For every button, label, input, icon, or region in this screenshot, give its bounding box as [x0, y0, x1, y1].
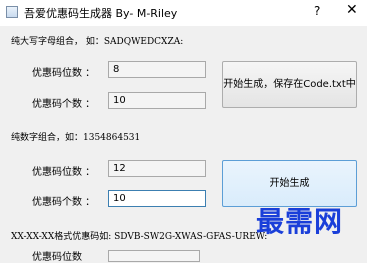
generate-letters-button[interactable]: 开始生成，保存在Code.txt中	[222, 61, 357, 108]
section2-length-input[interactable]: 12	[108, 160, 206, 177]
close-button[interactable]: ✕	[346, 2, 358, 18]
window-title: 吾爱优惠码生成器 By- M-Riley	[24, 7, 178, 20]
help-button[interactable]: ?	[314, 4, 320, 18]
section1-count-input[interactable]: 10	[108, 92, 206, 109]
section1-length-label: 优惠码位数 ：	[32, 68, 96, 79]
section2-count-label: 优惠码个数 ：	[32, 197, 96, 208]
watermark-text: 最需网	[256, 205, 344, 238]
section1-heading: 纯大写字母组合， 如：SADQWEDCXZA:	[11, 37, 184, 47]
section3-length-label: 优惠码位数	[32, 252, 82, 263]
section2-heading: 纯数字组合，如：1354864531	[11, 133, 141, 143]
title-bar: 吾爱优惠码生成器 By- M-Riley ? ✕	[0, 0, 367, 26]
section3-heading: XX-XX-XX格式优惠码如: SDVB-SW2G-XWAS-GFAS-UREW…	[11, 232, 268, 242]
section1-length-input[interactable]: 8	[108, 61, 206, 78]
section1-count-label: 优惠码个数 ：	[32, 99, 96, 110]
app-icon	[6, 6, 18, 18]
section2-length-label: 优惠码位数 ：	[32, 167, 96, 178]
section2-count-input[interactable]: 10	[108, 190, 206, 207]
section3-length-input[interactable]	[108, 250, 200, 262]
